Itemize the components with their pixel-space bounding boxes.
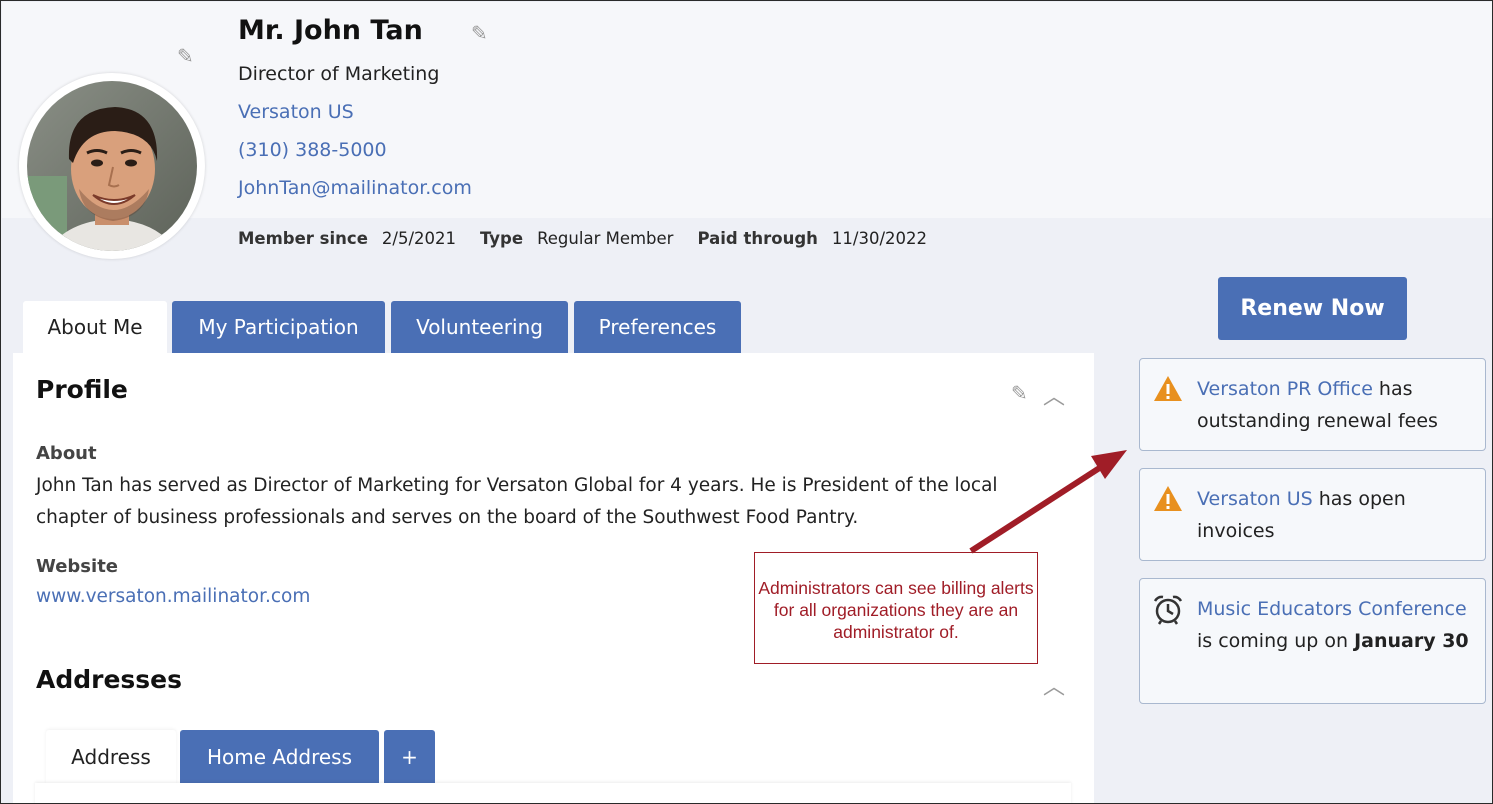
email-link[interactable]: JohnTan@mailinator.com xyxy=(238,177,472,199)
profile-heading: Profile xyxy=(36,375,128,404)
phone-link[interactable]: (310) 388-5000 xyxy=(238,139,387,161)
alert-org-link[interactable]: Versaton PR Office xyxy=(1197,378,1373,400)
profile-page: ✎ Mr. John Tan ✎ Director of Marketing V… xyxy=(0,0,1493,804)
alert-upcoming-event: Music Educators Conference is coming up … xyxy=(1139,578,1486,704)
avatar-frame xyxy=(19,73,205,259)
warning-icon xyxy=(1154,376,1182,401)
paid-through-value: 11/30/2022 xyxy=(831,229,927,248)
add-address-button[interactable]: + xyxy=(384,730,435,784)
about-label: About xyxy=(36,443,97,464)
about-text: John Tan has served as Director of Marke… xyxy=(36,475,998,528)
alert-text: Music Educators Conference is coming up … xyxy=(1197,593,1477,657)
alert-message: is coming up on xyxy=(1197,630,1355,652)
type-value: Regular Member xyxy=(537,229,674,248)
addresses-heading: Addresses xyxy=(36,665,183,694)
type-label: Type xyxy=(480,229,524,248)
tab-address[interactable]: Address xyxy=(46,730,176,784)
alarm-clock-icon xyxy=(1153,595,1183,625)
alert-event-link[interactable]: Music Educators Conference xyxy=(1197,598,1467,620)
alert-open-invoices: Versaton US has open invoices xyxy=(1139,468,1486,561)
address-panel xyxy=(35,783,1071,803)
membership-info: Member since 2/5/2021 Type Regular Membe… xyxy=(238,229,951,248)
job-title: Director of Marketing xyxy=(238,63,440,85)
edit-profile-icon[interactable]: ✎ xyxy=(1011,383,1028,403)
tab-home-address[interactable]: Home Address xyxy=(180,730,379,784)
website-link[interactable]: www.versaton.mailinator.com xyxy=(36,586,310,607)
admin-callout: Administrators can see billing alerts fo… xyxy=(754,552,1038,664)
avatar[interactable] xyxy=(27,81,197,251)
alert-org-link[interactable]: Versaton US xyxy=(1197,488,1313,510)
organization-link[interactable]: Versaton US xyxy=(238,101,354,123)
edit-name-icon[interactable]: ✎ xyxy=(471,23,488,43)
collapse-profile-icon[interactable]: ︿ xyxy=(1043,379,1065,411)
alert-renewal-fees: Versaton PR Office has outstanding renew… xyxy=(1139,358,1486,451)
member-since-value: 2/5/2021 xyxy=(381,229,456,248)
profile-name: Mr. John Tan xyxy=(238,15,423,46)
alert-text: Versaton PR Office has outstanding renew… xyxy=(1197,373,1477,437)
alert-event-date: January 30 xyxy=(1354,630,1469,652)
paid-through-label: Paid through xyxy=(697,229,818,248)
tab-my-participation[interactable]: My Participation xyxy=(172,301,385,353)
tab-preferences[interactable]: Preferences xyxy=(574,301,741,353)
profile-header xyxy=(2,2,1492,218)
warning-icon xyxy=(1154,486,1182,511)
website-label: Website xyxy=(36,556,119,577)
edit-avatar-icon[interactable]: ✎ xyxy=(177,46,194,66)
member-since-label: Member since xyxy=(238,229,368,248)
renew-now-button[interactable]: Renew Now xyxy=(1218,277,1407,340)
alert-text: Versaton US has open invoices xyxy=(1197,483,1477,547)
collapse-addresses-icon[interactable]: ︿ xyxy=(1043,669,1065,701)
tab-about-me[interactable]: About Me xyxy=(23,301,167,353)
tab-volunteering[interactable]: Volunteering xyxy=(391,301,568,353)
